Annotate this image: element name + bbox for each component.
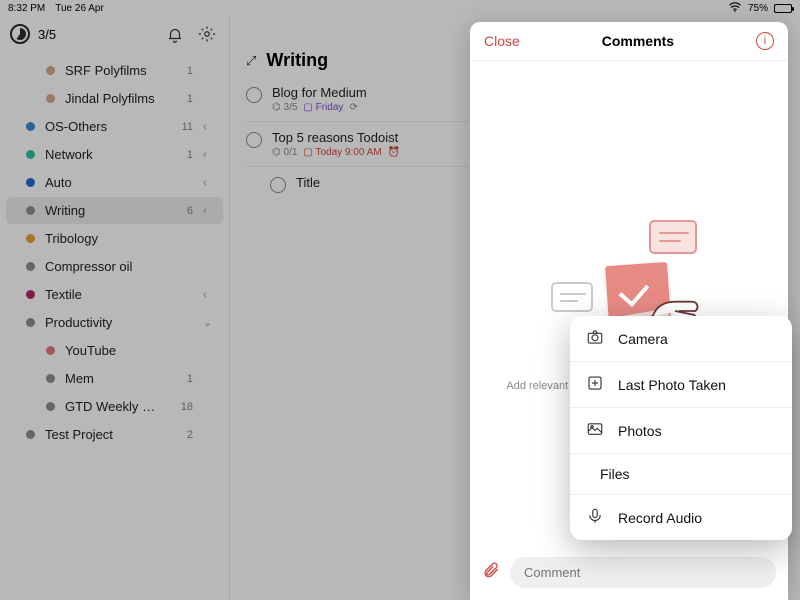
menu-item-label: Photos [618, 423, 662, 439]
menu-item-label: Files [600, 466, 630, 482]
last-photo-icon [586, 374, 604, 395]
camera-icon [586, 328, 604, 349]
menu-item-label: Last Photo Taken [618, 377, 726, 393]
photos-icon [586, 420, 604, 441]
panel-title: Comments [520, 33, 756, 49]
attachment-menu: Camera Last Photo Taken Photos Files Record … [570, 316, 792, 540]
menu-item-camera[interactable]: Camera [570, 316, 792, 361]
mic-icon [586, 507, 604, 528]
menu-item-label: Record Audio [618, 510, 702, 526]
comment-input[interactable] [510, 557, 776, 588]
menu-item-photos[interactable]: Photos [570, 407, 792, 453]
menu-item-last-photo[interactable]: Last Photo Taken [570, 361, 792, 407]
info-icon[interactable]: i [756, 32, 774, 50]
menu-item-files[interactable]: Files [570, 453, 792, 494]
menu-item-mic[interactable]: Record Audio [570, 494, 792, 540]
attachment-icon[interactable] [482, 561, 500, 584]
close-button[interactable]: Close [484, 33, 520, 49]
menu-item-label: Camera [618, 331, 668, 347]
